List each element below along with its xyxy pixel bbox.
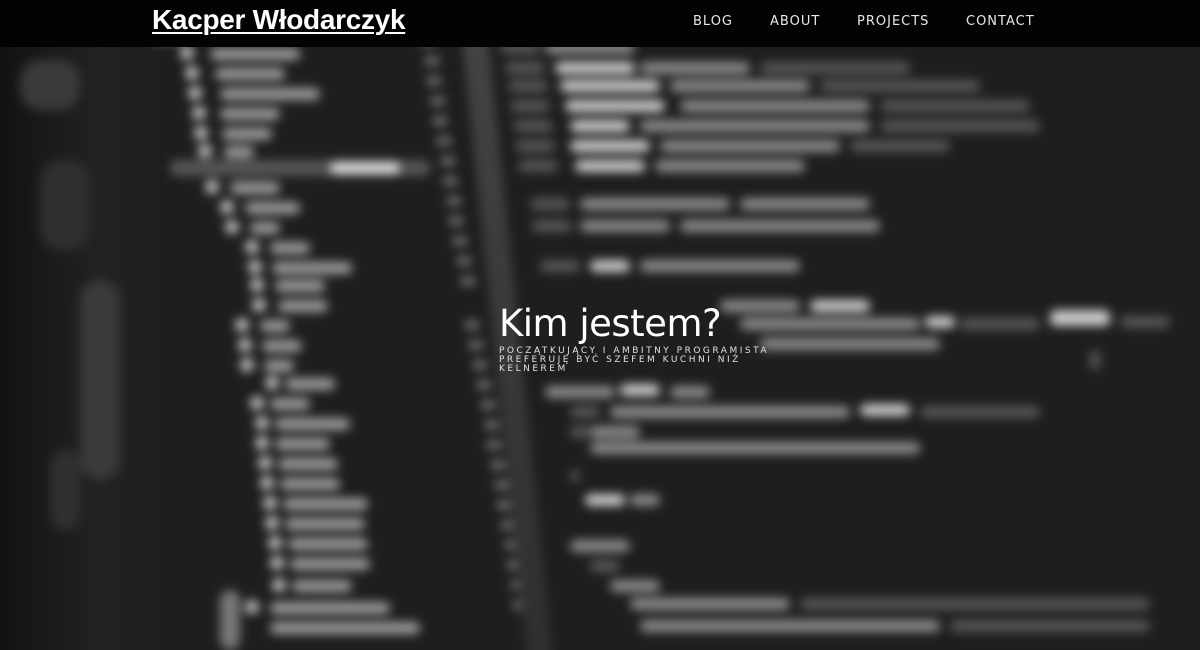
navbar: Kacper Włodarczyk BLOG ABOUT PROJECTS CO… xyxy=(0,0,1200,47)
hero-title: Kim jestem? xyxy=(499,302,722,345)
nav-about-link[interactable]: ABOUT xyxy=(770,14,820,29)
hero-subtitle: POCZĄTKUJĄCY I AMBITNY PROGRAMISTA PREFE… xyxy=(499,347,799,374)
nav-contact-link[interactable]: CONTACT xyxy=(966,14,1035,29)
nav-projects-link[interactable]: PROJECTS xyxy=(857,14,929,29)
hero-section: Kim jestem? POCZĄTKUJĄCY I AMBITNY PROGR… xyxy=(499,302,819,374)
main-nav: BLOG ABOUT PROJECTS CONTACT xyxy=(0,14,1200,34)
hero-subtitle-line: KELNEREM xyxy=(499,364,568,374)
page: Kacper Włodarczyk BLOG ABOUT PROJECTS CO… xyxy=(0,0,1200,650)
nav-blog-link[interactable]: BLOG xyxy=(693,14,733,29)
